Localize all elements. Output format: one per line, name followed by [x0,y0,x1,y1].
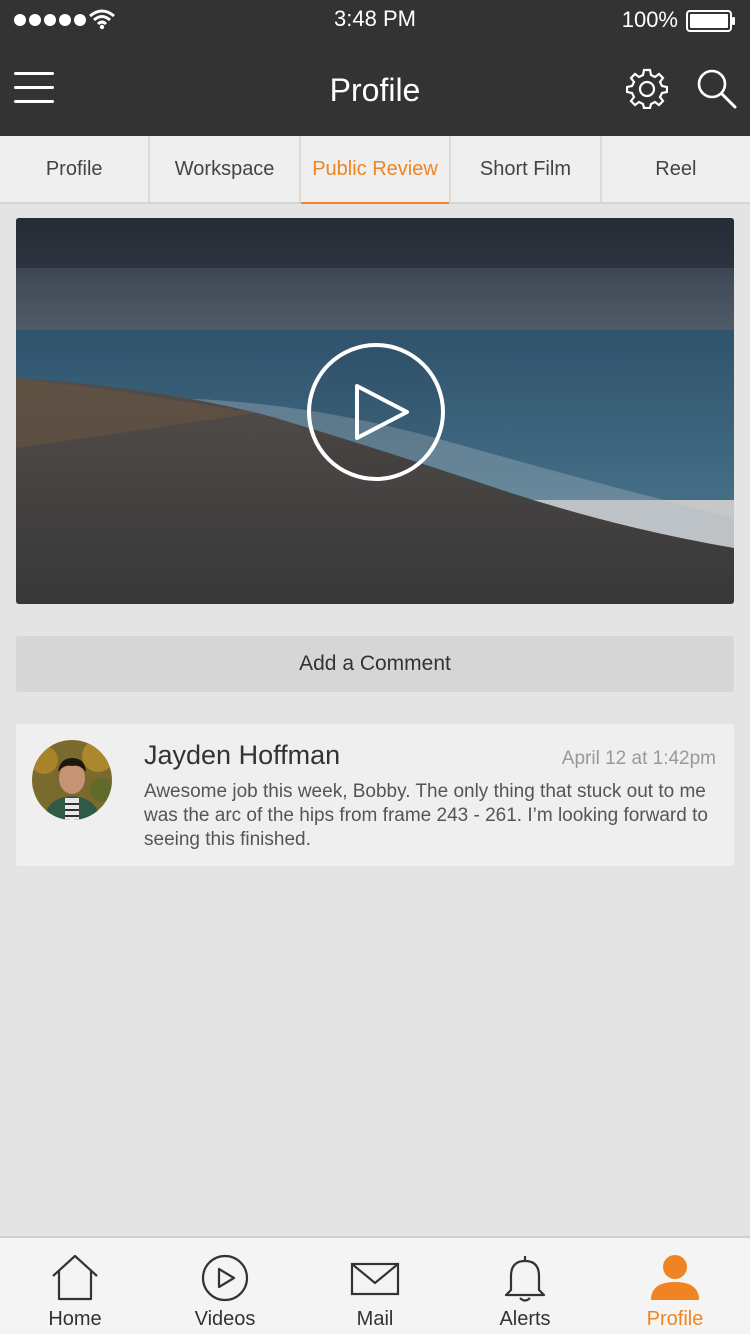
battery-icon [686,10,735,32]
play-icon[interactable] [306,342,446,482]
avatar[interactable] [32,740,112,820]
nav-profile[interactable]: Profile [600,1238,750,1334]
mail-icon [350,1262,400,1296]
comment-author[interactable]: Jayden Hoffman [144,740,340,771]
battery-percentage: 100% [621,7,678,32]
nav-home-label: Home [48,1308,102,1330]
nav-mail-label: Mail [356,1308,394,1330]
tab-short-film[interactable]: Short Film [451,136,602,202]
nav-videos-label: Videos [194,1308,256,1330]
search-icon[interactable] [695,67,737,109]
nav-videos[interactable]: Videos [150,1238,300,1334]
comment-card: Jayden Hoffman April 12 at 1:42pm Awesom… [16,724,734,866]
nav-alerts-label: Alerts [499,1308,551,1330]
status-bar: 3:48 PM 100% [0,0,750,40]
tab-profile[interactable]: Profile [0,136,151,202]
comment-timestamp: April 12 at 1:42pm [561,748,716,769]
home-icon [52,1254,98,1301]
tab-workspace[interactable]: Workspace [150,136,301,202]
bell-icon [504,1256,546,1302]
app-header: 3:48 PM 100% Profile [0,0,750,136]
profile-tabs: Profile Workspace Public Review Short Fi… [0,136,750,204]
tab-reel[interactable]: Reel [602,136,750,202]
nav-home[interactable]: Home [0,1238,150,1334]
comment-body: Awesome job this week, Bobby. The only t… [144,781,708,850]
play-circle-icon [201,1254,249,1302]
add-comment-button[interactable]: Add a Comment [16,636,734,692]
settings-gear-icon[interactable] [626,67,668,109]
nav-profile-label: Profile [646,1308,704,1330]
nav-alerts[interactable]: Alerts [450,1238,600,1334]
person-icon [651,1255,699,1300]
bottom-navigation: Home Videos Mail Alerts Profile [0,1236,750,1334]
tab-public-review[interactable]: Public Review [300,136,452,204]
nav-mail[interactable]: Mail [300,1238,450,1334]
video-player[interactable] [16,218,734,604]
